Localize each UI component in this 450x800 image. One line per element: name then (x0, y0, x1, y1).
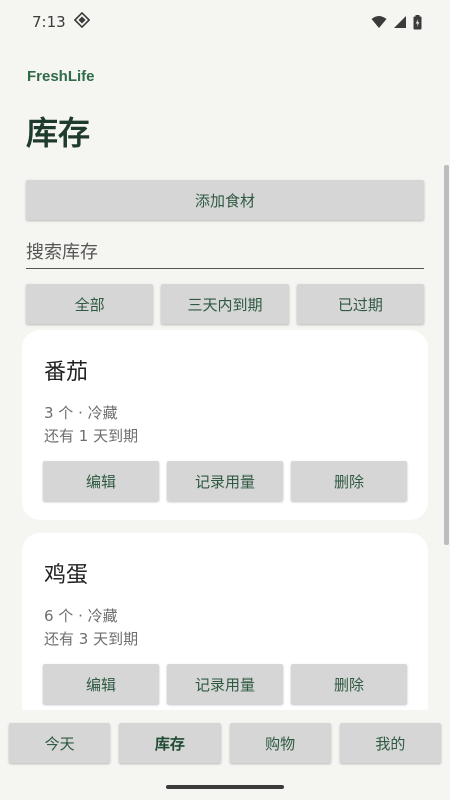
add-ingredient-button[interactable]: 添加食材 (26, 180, 424, 220)
item-name: 鸡蛋 (44, 563, 89, 588)
status-bar: 7:13 (0, 0, 450, 44)
search-input[interactable] (26, 236, 424, 268)
search-field (26, 236, 424, 269)
nav-inventory[interactable]: 库存 (119, 723, 221, 763)
inventory-card: 番茄 3 个 · 冷藏 还有 1 天到期 编辑 记录用量 删除 (22, 330, 428, 520)
filter-expiring-soon-button[interactable]: 三天内到期 (161, 284, 289, 324)
filter-bar: 全部 三天内到期 已过期 (26, 284, 424, 324)
item-expiry: 还有 1 天到期 (44, 427, 139, 445)
app-screen: 7:13 FreshLife 库存 添加食材 搜索库存 全部 三天内到期 已过期… (0, 0, 450, 800)
filter-expired-button[interactable]: 已过期 (296, 284, 424, 324)
status-time: 7:13 (32, 13, 66, 31)
item-name: 番茄 (44, 360, 89, 385)
app-brand: FreshLife (27, 68, 95, 85)
status-right (371, 14, 422, 30)
item-actions: 编辑 记录用量 删除 (43, 664, 407, 704)
nav-today[interactable]: 今天 (9, 723, 111, 763)
edit-button[interactable]: 编辑 (43, 461, 159, 501)
item-meta: 3 个 · 冷藏 还有 1 天到期 (44, 402, 138, 448)
inventory-card: 鸡蛋 6 个 · 冷藏 还有 3 天到期 编辑 记录用量 删除 (22, 533, 428, 710)
nav-profile[interactable]: 我的 (339, 723, 441, 763)
wifi-icon (371, 15, 387, 29)
signal-icon (393, 15, 407, 29)
item-expiry: 还有 3 天到期 (44, 630, 139, 648)
item-quantity-location: 6 个 · 冷藏 (44, 607, 118, 625)
status-left: 7:13 (32, 11, 90, 32)
home-indicator[interactable] (166, 785, 284, 789)
scrollbar[interactable] (444, 165, 449, 545)
delete-button[interactable]: 删除 (291, 664, 407, 704)
delete-button[interactable]: 删除 (291, 461, 407, 501)
inventory-list[interactable]: 番茄 3 个 · 冷藏 还有 1 天到期 编辑 记录用量 删除 鸡蛋 6 个 ·… (0, 329, 450, 710)
data-saver-icon (73, 11, 90, 32)
log-usage-button[interactable]: 记录用量 (167, 461, 283, 501)
filter-all-button[interactable]: 全部 (26, 284, 154, 324)
bottom-nav: 今天 库存 购物 我的 (9, 723, 441, 763)
battery-icon (413, 14, 422, 30)
edit-button[interactable]: 编辑 (43, 664, 159, 704)
page-title: 库存 (26, 114, 91, 152)
item-meta: 6 个 · 冷藏 还有 3 天到期 (44, 605, 138, 651)
nav-shopping[interactable]: 购物 (229, 723, 331, 763)
log-usage-button[interactable]: 记录用量 (167, 664, 283, 704)
item-actions: 编辑 记录用量 删除 (43, 461, 407, 501)
item-quantity-location: 3 个 · 冷藏 (44, 404, 118, 422)
